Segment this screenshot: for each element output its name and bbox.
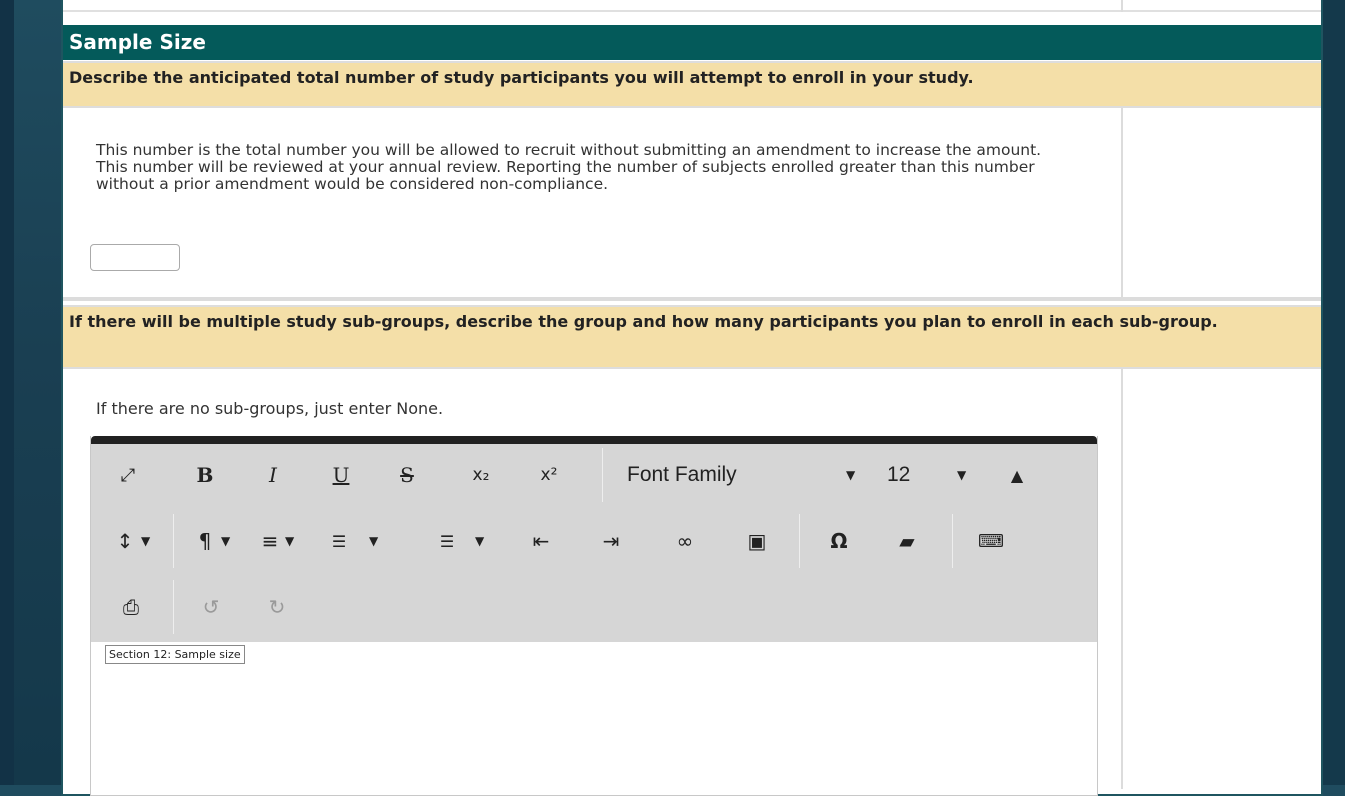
strikethrough-button[interactable]: S [393,444,421,506]
toolbar-row-2: ↕ ▼ ¶ ▼ ≡ ▼ ☰ ▼ ☰ ▼ ⇤ ⇥ ∞ ▣ Ω ▰ ⌨ [91,510,1097,572]
print-icon[interactable]: ⎙ [119,576,143,638]
align-icon[interactable]: ≡ [259,510,281,572]
redo-icon[interactable]: ↻ [265,576,289,638]
form-frame: Sample Size Describe the anticipated tot… [61,0,1323,796]
toolbar-separator [952,514,953,568]
unordered-list-caret-icon[interactable]: ▼ [475,510,484,572]
fullscreen-icon[interactable]: ⤢ [113,444,143,506]
special-character-icon[interactable]: Ω [827,510,851,572]
keyboard-icon[interactable]: ⌨ [977,510,1005,572]
eraser-icon[interactable]: ▰ [895,510,919,572]
toolbar-separator [799,514,800,568]
indent-icon[interactable]: ⇥ [599,510,623,572]
question-sub-groups: If there will be multiple study sub-grou… [63,305,1321,369]
toolbar-row-1: ⤢ B I U S x₂ x² Font Family ▼ 12 ▼ ▲ [91,444,1097,506]
participants-number-input[interactable] [90,244,180,271]
paragraph-caret-icon[interactable]: ▼ [221,510,230,572]
align-caret-icon[interactable]: ▼ [285,510,294,572]
background-right-strip [1322,0,1345,785]
editor-tooltip: Section 12: Sample size [105,645,245,664]
font-family-select[interactable]: Font Family [627,444,827,506]
toolbar-row-3: ⎙ ↺ ↻ [91,576,1097,638]
answer-cell-subgroups: If there are no sub-groups, just enter N… [63,369,1121,796]
ordered-list-caret-icon[interactable]: ▼ [369,510,378,572]
bold-button[interactable]: B [191,444,219,506]
toolbar-separator [602,448,603,502]
paragraph-icon[interactable]: ¶ [195,510,215,572]
editor-content-area[interactable] [91,642,1097,795]
background-left-strip [0,0,14,785]
ordered-list-icon[interactable]: ☰ [327,510,351,572]
section-title: Sample Size [63,25,1321,60]
underline-button[interactable]: U [327,444,355,506]
font-family-caret-icon[interactable]: ▼ [846,444,855,506]
undo-icon[interactable]: ↺ [199,576,223,638]
editor-toolbar: ⤢ B I U S x₂ x² Font Family ▼ 12 ▼ ▲ ↕ ▼… [91,444,1097,642]
help-text-total: This number is the total number you will… [96,141,1042,193]
text-color-icon[interactable]: ▲ [1005,444,1029,506]
help-text-subgroups: If there are no sub-groups, just enter N… [96,399,444,418]
subscript-button[interactable]: x₂ [463,444,499,506]
answer-row-subgroups: If there are no sub-groups, just enter N… [63,369,1321,796]
toolbar-separator [173,580,174,634]
editor-topbar [91,436,1097,444]
italic-button[interactable]: I [259,444,287,506]
line-height-icon[interactable]: ↕ [115,510,135,572]
previous-row-divider [1121,0,1123,12]
image-icon[interactable]: ▣ [745,510,769,572]
rich-text-editor: ⤢ B I U S x₂ x² Font Family ▼ 12 ▼ ▲ ↕ ▼… [90,436,1098,796]
superscript-button[interactable]: x² [531,444,567,506]
line-height-caret-icon[interactable]: ▼ [141,510,150,572]
previous-row-border [63,10,1321,12]
cell-divider [1121,369,1123,789]
cell-divider [1121,108,1123,297]
answer-row-total: This number is the total number you will… [63,108,1321,301]
outdent-icon[interactable]: ⇤ [529,510,553,572]
answer-cell-total: This number is the total number you will… [63,108,1121,297]
unordered-list-icon[interactable]: ☰ [435,510,459,572]
question-anticipated-total: Describe the anticipated total number of… [63,61,1321,108]
link-icon[interactable]: ∞ [673,510,697,572]
toolbar-separator [173,514,174,568]
font-size-select[interactable]: 12 [887,444,927,506]
font-size-caret-icon[interactable]: ▼ [957,444,966,506]
